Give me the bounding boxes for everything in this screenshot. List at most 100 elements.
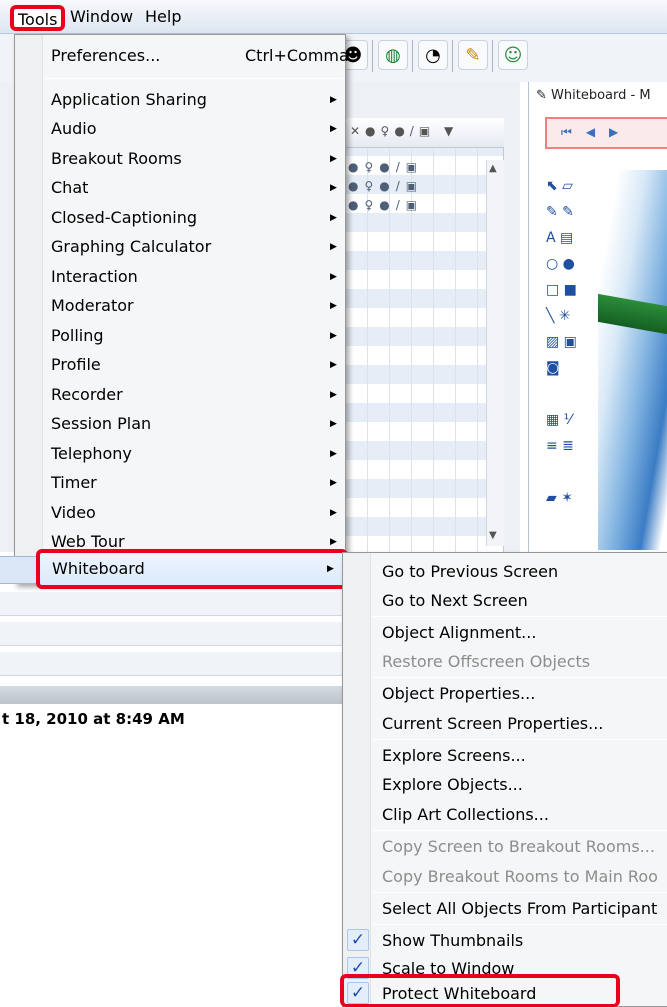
content-area bbox=[0, 552, 346, 1007]
menu-item-explore-objects[interactable]: Explore Objects... bbox=[382, 772, 523, 798]
tools-menu: Preferences... Ctrl+Comma Application Sh… bbox=[14, 34, 349, 584]
image-tool-icon[interactable]: ▨ ▣ bbox=[546, 329, 596, 355]
submenu-arrow-icon: ▶ bbox=[330, 124, 337, 134]
menu-item-whiteboard-label: Whiteboard bbox=[52, 559, 145, 578]
menu-item-breakout-rooms[interactable]: Breakout Rooms bbox=[51, 146, 182, 172]
menu-separator bbox=[373, 677, 667, 678]
menu-separator bbox=[373, 924, 667, 925]
menu-item-copy-breakout-rooms-to-main-room: Copy Breakout Rooms to Main Roo bbox=[382, 867, 658, 886]
timer-icon[interactable]: ◔ bbox=[418, 40, 448, 70]
menu-item-object-alignment[interactable]: Object Alignment... bbox=[382, 620, 536, 646]
submenu-arrow-icon: ▶ bbox=[330, 301, 337, 311]
content-row bbox=[0, 592, 346, 616]
menu-help[interactable]: Help bbox=[143, 6, 183, 28]
submenu-arrow-icon: ▶ bbox=[330, 331, 337, 341]
layer-tool-icon[interactable]: ≡ ≣ bbox=[546, 433, 596, 459]
menu-item-moderator[interactable]: Moderator bbox=[51, 293, 134, 319]
menu-item-go-to-next-screen[interactable]: Go to Next Screen bbox=[382, 588, 528, 614]
whiteboard-navigation[interactable]: ⏮◀▶ bbox=[545, 117, 667, 149]
menu-gutter bbox=[15, 35, 43, 583]
whiteboard-canvas[interactable] bbox=[598, 170, 667, 550]
open-folder-icon[interactable]: ▰ ✶ bbox=[546, 485, 596, 511]
grid-header-icons[interactable]: ✕●♀●/▣ ▼ bbox=[344, 118, 504, 148]
menu-item-select-all-objects-from-participant[interactable]: Select All Objects From Participant bbox=[382, 896, 657, 922]
pencil-icon: ✎ bbox=[536, 88, 547, 103]
submenu-arrow-icon: ▶ bbox=[330, 390, 337, 400]
pen-tool-icon[interactable]: ✎ ✎ bbox=[546, 199, 596, 225]
toolbar-divider bbox=[412, 40, 413, 72]
toolbar-divider bbox=[492, 40, 493, 72]
participant-row-icons: ●♀●/▣ bbox=[348, 179, 424, 193]
menu-item-current-screen-properties[interactable]: Current Screen Properties... bbox=[382, 711, 603, 737]
whiteboard-panel-title: ✎ Whiteboard - M bbox=[536, 88, 651, 103]
menu-separator bbox=[373, 830, 667, 831]
menu-item-recorder[interactable]: Recorder bbox=[51, 382, 123, 408]
menu-item-clip-art-collections[interactable]: Clip Art Collections... bbox=[382, 802, 549, 828]
whiteboard-submenu: Go to Previous Screen Go to Next Screen … bbox=[342, 552, 667, 1007]
menu-item-copy-screen-to-breakout-rooms: Copy Screen to Breakout Rooms... bbox=[382, 837, 655, 856]
menu-item-explore-screens[interactable]: Explore Screens... bbox=[382, 743, 526, 769]
line-tool-icon[interactable]: ╲ ✳ bbox=[546, 303, 596, 329]
menu-item-go-to-previous-screen[interactable]: Go to Previous Screen bbox=[382, 559, 558, 585]
menu-item-video[interactable]: Video bbox=[51, 500, 96, 526]
menu-item-timer[interactable]: Timer bbox=[51, 470, 97, 496]
toolbar-divider bbox=[372, 40, 373, 72]
submenu-arrow-icon: ▶ bbox=[330, 272, 337, 282]
globe-icon[interactable]: ◍ bbox=[378, 40, 408, 70]
submenu-arrow-icon: ▶ bbox=[330, 95, 337, 105]
camera-tool-icon[interactable]: ◙ bbox=[546, 355, 596, 381]
menu-tools[interactable]: Tools bbox=[10, 5, 66, 31]
menu-item-closed-captioning[interactable]: Closed-Captioning bbox=[51, 205, 197, 231]
menu-separator bbox=[373, 892, 667, 893]
menu-item-chat[interactable]: Chat bbox=[51, 175, 88, 201]
add-user-icon[interactable]: ☺ bbox=[498, 40, 528, 70]
menu-item-preferences[interactable]: Preferences... bbox=[51, 43, 160, 69]
submenu-arrow-icon: ▶ bbox=[330, 242, 337, 252]
whiteboard-row-highlight bbox=[0, 556, 38, 584]
whiteboard-tool-palette[interactable]: ⬉ ▱ ✎ ✎ A ▤ ○ ● □ ■ ╲ ✳ ▨ ▣ ◙ ▦ ⅟ ≡ ≣ ▰ … bbox=[546, 173, 596, 511]
first-screen-icon[interactable]: ⏮ bbox=[561, 125, 586, 139]
submenu-arrow-icon: ▶ bbox=[327, 564, 334, 574]
menu-window[interactable]: Window bbox=[68, 6, 135, 28]
text-tool-icon[interactable]: A ▤ bbox=[546, 225, 596, 251]
select-tool-icon[interactable]: ⬉ ▱ bbox=[546, 173, 596, 199]
participant-row-icons: ●♀●/▣ bbox=[348, 160, 424, 174]
menu-item-session-plan[interactable]: Session Plan bbox=[51, 411, 151, 437]
content-divider bbox=[0, 686, 346, 704]
menu-item-polling[interactable]: Polling bbox=[51, 323, 104, 349]
menu-item-interaction[interactable]: Interaction bbox=[51, 264, 138, 290]
previous-screen-icon[interactable]: ◀ bbox=[586, 125, 609, 139]
menu-item-audio[interactable]: Audio bbox=[51, 116, 96, 142]
content-row bbox=[0, 622, 346, 646]
session-date: t 18, 2010 at 8:49 AM bbox=[2, 710, 185, 728]
check-icon: ✓ bbox=[347, 929, 369, 951]
next-screen-icon[interactable]: ▶ bbox=[609, 125, 632, 139]
group-tool-icon[interactable]: ▦ ⅟ bbox=[546, 407, 596, 433]
menu-item-application-sharing[interactable]: Application Sharing bbox=[51, 87, 207, 113]
scroll-down-arrow-icon[interactable]: ▼ bbox=[489, 530, 497, 541]
submenu-arrow-icon: ▶ bbox=[330, 183, 337, 193]
submenu-arrow-icon: ▶ bbox=[330, 508, 337, 518]
ellipse-tool-icon[interactable]: ○ ● bbox=[546, 251, 596, 277]
menu-item-object-properties[interactable]: Object Properties... bbox=[382, 681, 535, 707]
menu-separator bbox=[373, 616, 667, 617]
menu-item-telephony[interactable]: Telephony bbox=[51, 441, 132, 467]
submenu-arrow-icon: ▶ bbox=[330, 449, 337, 459]
preferences-shortcut: Ctrl+Comma bbox=[245, 46, 349, 65]
menu-item-profile[interactable]: Profile bbox=[51, 352, 101, 378]
menu-item-restore-offscreen-objects: Restore Offscreen Objects bbox=[382, 652, 591, 671]
menu-item-whiteboard[interactable]: Whiteboard ▶ bbox=[36, 549, 348, 589]
submenu-arrow-icon: ▶ bbox=[330, 360, 337, 370]
content-row bbox=[0, 652, 346, 676]
submenu-arrow-icon: ▶ bbox=[330, 154, 337, 164]
submenu-arrow-icon: ▶ bbox=[330, 478, 337, 488]
rectangle-tool-icon[interactable]: □ ■ bbox=[546, 277, 596, 303]
menu-item-show-thumbnails[interactable]: Show Thumbnails bbox=[382, 928, 523, 954]
notes-icon[interactable]: ✎ bbox=[458, 40, 488, 70]
menu-separator bbox=[45, 78, 343, 79]
scroll-up-arrow-icon[interactable]: ▲ bbox=[489, 163, 497, 174]
menu-separator bbox=[373, 739, 667, 740]
grid-scrollbar[interactable] bbox=[486, 160, 504, 546]
toolbar-divider bbox=[452, 40, 453, 72]
menu-item-graphing-calculator[interactable]: Graphing Calculator bbox=[51, 234, 211, 260]
